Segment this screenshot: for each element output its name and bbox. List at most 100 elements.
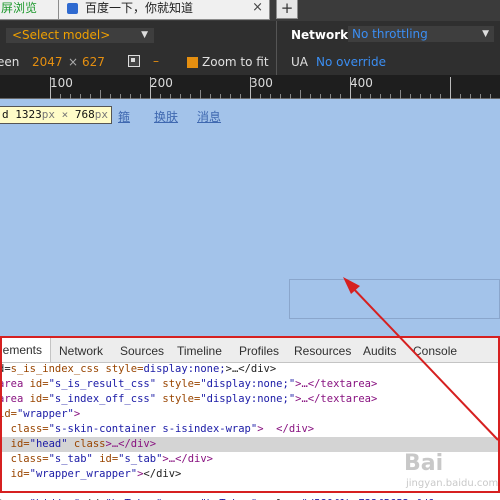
ruler-label: 400 xyxy=(350,76,373,90)
code-token: d= xyxy=(0,363,11,375)
code-token: class xyxy=(73,438,106,450)
tab-resources[interactable]: Resources xyxy=(294,344,351,358)
code-token: display:none; xyxy=(143,363,226,375)
dom-tree-line[interactable]: class="s-skin-container s-isindex-wrap">… xyxy=(0,422,314,437)
screen-height-field[interactable]: 627 xyxy=(82,55,105,69)
tab-timeline[interactable]: Timeline xyxy=(177,344,222,358)
browser-tab-fullscreen[interactable]: 屏浏览 xyxy=(0,0,62,20)
code-token: > </div> xyxy=(257,423,315,435)
tooltip-times: × xyxy=(61,108,69,121)
devtools-tab-bar: lements Network Sources Timeline Profile… xyxy=(0,337,500,363)
code-token: class= xyxy=(10,423,49,435)
ruler-tick xyxy=(50,77,51,99)
dom-tree-line[interactable]: id="head" class>…</div> xyxy=(0,437,498,452)
code-token: class= xyxy=(10,453,49,465)
code-token: "display:none;" xyxy=(200,378,296,390)
throttling-value: No throttling xyxy=(352,27,428,41)
dom-tree-line[interactable]: area id="s_index_off_css" style="display… xyxy=(0,392,377,407)
code-token: "s_is_result_css" xyxy=(48,378,157,390)
toolbar-divider xyxy=(276,21,277,75)
code-token: id= xyxy=(0,408,17,420)
browser-tab-label: 屏浏览 xyxy=(1,1,38,15)
baidu-jingyan-watermark: Bai jingyan.baidu.com xyxy=(404,451,500,495)
browser-tab-baidu[interactable]: 百度一下，你就知道 × xyxy=(58,0,270,20)
element-size-tooltip: d 1323px × 768px xyxy=(0,106,112,124)
browser-tab-label: 百度一下，你就知道 xyxy=(85,1,194,15)
code-token: "s_tab" xyxy=(48,453,93,465)
emulated-viewport: d 1323px × 768px 箍 换肤 消息 xyxy=(0,99,500,337)
dom-tree-line[interactable]: id="wrapper_wrapper"></div> xyxy=(0,467,182,482)
code-token: id= xyxy=(99,453,119,465)
highlighted-element-box xyxy=(289,279,500,319)
code-token: id= xyxy=(10,468,30,480)
zoom-to-fit-label: Zoom to fit xyxy=(202,55,269,69)
screen-width-field[interactable]: 2047 xyxy=(32,55,63,69)
new-tab-button[interactable]: + xyxy=(276,0,298,19)
tab-profiles[interactable]: Profiles xyxy=(239,344,279,358)
network-label: Network xyxy=(291,28,349,42)
device-model-select[interactable]: <Select model> ▼ xyxy=(6,28,154,43)
code-token: "s_index_off_css" xyxy=(48,393,157,405)
zoom-to-fit-checkbox[interactable] xyxy=(187,57,198,68)
dom-tree-line[interactable]: area id="s_is_result_css" style="display… xyxy=(0,377,377,392)
tab-network[interactable]: Network xyxy=(59,344,103,358)
code-token: "display:none;" xyxy=(200,393,296,405)
code-token: >…</textarea> xyxy=(295,393,378,405)
tooltip-unit: px xyxy=(94,108,108,121)
code-token: style= xyxy=(162,393,201,405)
code-token: style= xyxy=(105,363,144,375)
ruler-tick xyxy=(300,90,301,99)
device-model-value: <Select model> xyxy=(12,28,111,42)
nav-link-settings[interactable]: 箍 xyxy=(118,108,130,125)
code-token: "wrapper" xyxy=(16,408,74,420)
ruler-tick xyxy=(450,77,451,99)
nav-link-messages[interactable]: 消息 xyxy=(197,108,221,125)
tooltip-width: 1323 xyxy=(15,108,42,121)
code-token: </div> xyxy=(143,468,182,480)
ruler-label: 200 xyxy=(150,76,173,90)
tab-audits[interactable]: Audits xyxy=(363,344,396,358)
ruler-tick xyxy=(100,90,101,99)
dom-tree-line[interactable]: class="s_tab" id="s_tab">…</div> xyxy=(0,452,213,467)
dom-tree-line[interactable]: d=s_is_index_css style=display:none;>…</… xyxy=(0,363,276,377)
screen-label: een xyxy=(0,55,20,69)
ruler-label: 300 xyxy=(250,76,273,90)
dom-tree-line[interactable]: id="wrapper"> xyxy=(0,407,80,422)
code-token: id= xyxy=(29,378,49,390)
ruler-tick xyxy=(400,90,401,99)
code-token: style= xyxy=(162,378,201,390)
code-token: >…</textarea> xyxy=(295,378,378,390)
code-token: >…</div> xyxy=(225,363,277,375)
swap-dimensions-icon[interactable] xyxy=(128,55,140,67)
ruler-tick xyxy=(350,77,351,99)
ruler-tick xyxy=(250,77,251,99)
baidu-favicon-icon xyxy=(67,3,78,14)
code-token: area xyxy=(0,378,30,390)
code-token: "s-skin-container s-isindex-wrap" xyxy=(48,423,258,435)
code-token: "head" xyxy=(29,438,68,450)
chevron-down-icon: ▼ xyxy=(482,29,489,39)
horizontal-ruler: 100 200 300 400 xyxy=(0,75,500,99)
tooltip-element-name: d xyxy=(2,108,9,121)
tab-console[interactable]: Console xyxy=(413,344,457,358)
code-token: "wrapper_wrapper" xyxy=(29,468,138,480)
device-pixel-ratio-field[interactable]: – xyxy=(153,54,159,68)
code-token: id= xyxy=(10,438,30,450)
watermark-main: Bai xyxy=(404,451,444,476)
ruler-label: 100 xyxy=(50,76,73,90)
code-token: s_is_index_css xyxy=(10,363,100,375)
tab-elements[interactable]: lements xyxy=(0,338,52,362)
chevron-down-icon: ▼ xyxy=(141,30,148,40)
close-tab-icon[interactable]: × xyxy=(252,0,263,16)
device-emulation-toolbar: <Select model> ▼ een 2047 × 627 – Zoom t… xyxy=(0,21,500,75)
nav-link-skin[interactable]: 换肤 xyxy=(154,108,178,125)
code-token: area xyxy=(0,393,30,405)
code-token: >…</div> xyxy=(105,438,157,450)
ruler-tick xyxy=(200,90,201,99)
network-throttling-select[interactable]: No throttling ▼ xyxy=(348,26,494,42)
code-token: > xyxy=(73,408,81,420)
code-token: id= xyxy=(29,393,49,405)
tab-sources[interactable]: Sources xyxy=(120,344,164,358)
user-agent-field[interactable]: No override xyxy=(316,55,386,69)
